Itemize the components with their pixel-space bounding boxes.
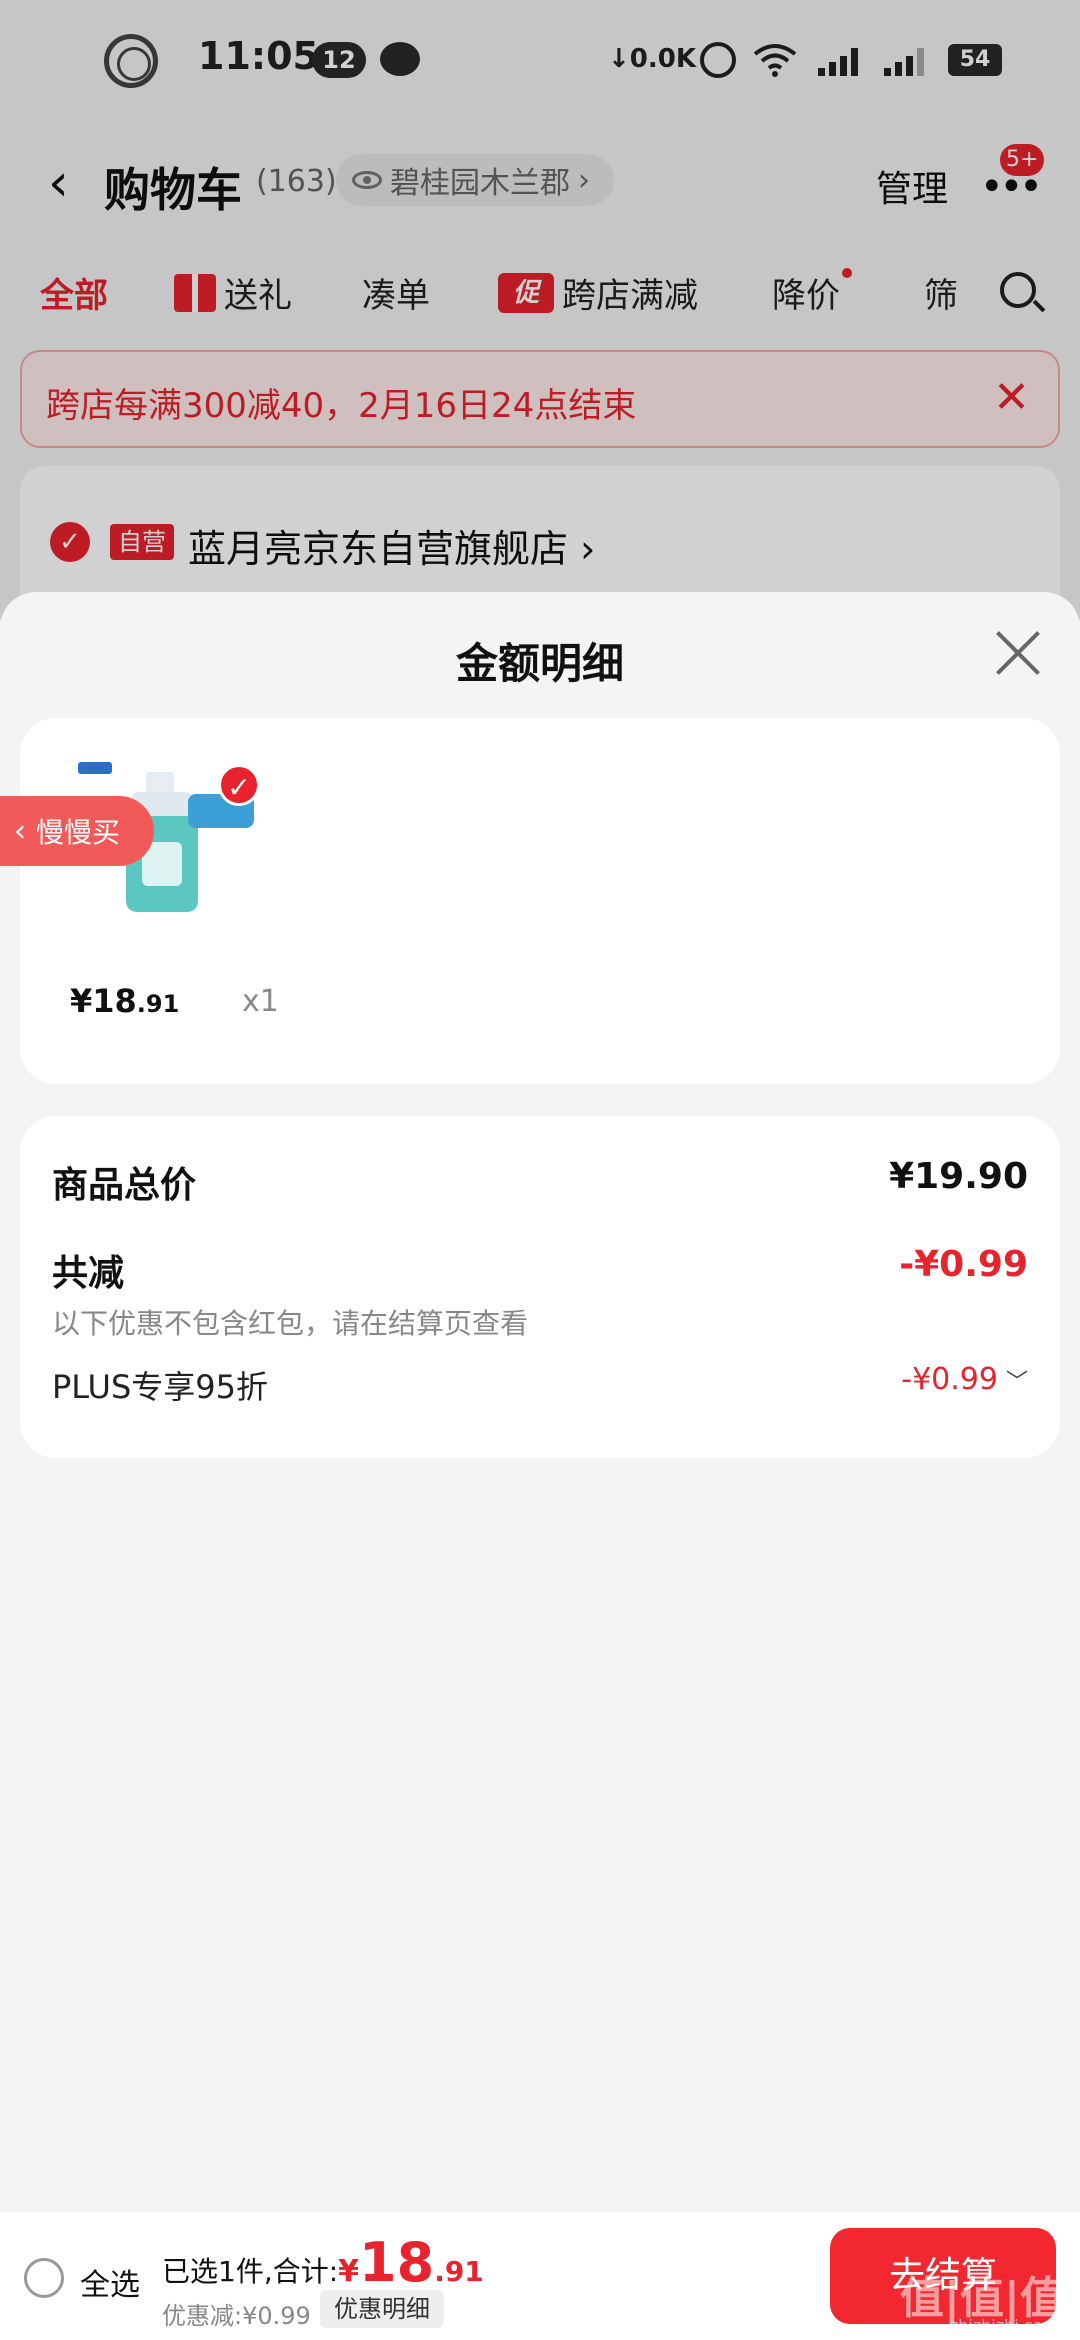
dim-overlay[interactable]	[0, 0, 1080, 620]
chevron-left-icon: ‹	[14, 813, 26, 849]
chevron-down-icon[interactable]: ﹀	[1006, 1364, 1028, 1396]
discount-row: 共减 -¥0.99	[52, 1244, 1028, 1296]
slow-buy-button[interactable]: ‹ 慢慢买	[0, 796, 154, 866]
total-price-label: 商品总价	[52, 1165, 197, 1206]
plus-discount-value: -¥0.99 ﹀	[901, 1362, 1028, 1397]
close-icon[interactable]	[994, 628, 1044, 678]
amount-detail-sheet: 金额明细 ✓ ¥18.91 x1 商品总价 ¥19.90 共减 -¥0.99 以…	[0, 592, 1080, 2212]
select-all-radio[interactable]	[24, 2258, 64, 2298]
total-amount: 18	[359, 2231, 435, 2294]
product-check-icon[interactable]: ✓	[218, 764, 260, 806]
selected-summary: 已选1件,合计: ¥ 18 .91	[162, 2231, 484, 2294]
total-price-row: 商品总价 ¥19.90	[52, 1156, 1028, 1208]
plus-discount-label: PLUS专享95折	[52, 1368, 268, 1406]
select-all-label[interactable]: 全选	[80, 2260, 140, 2304]
discount-note: 以下优惠不包含红包，请在结算页查看	[52, 1307, 529, 1340]
discount-summary: 优惠减:¥0.99	[162, 2302, 311, 2330]
product-quantity: x1	[242, 984, 279, 1019]
product-card: ✓ ¥18.91 x1	[20, 718, 1060, 1084]
sheet-title: 金额明细	[455, 639, 624, 688]
plus-discount-row[interactable]: PLUS专享95折 -¥0.99 ﹀	[52, 1362, 1028, 1406]
product-price: ¥18.91	[70, 982, 180, 1020]
summary-card: 商品总价 ¥19.90 共减 -¥0.99 以下优惠不包含红包，请在结算页查看 …	[20, 1116, 1060, 1458]
watermark-url: zhizhizhi.com	[949, 2316, 1058, 2335]
total-price-value: ¥19.90	[889, 1156, 1028, 1197]
discount-label: 共减	[52, 1253, 125, 1294]
discount-value: -¥0.99	[899, 1244, 1028, 1285]
discount-detail-button[interactable]: 优惠明细	[320, 2290, 444, 2328]
